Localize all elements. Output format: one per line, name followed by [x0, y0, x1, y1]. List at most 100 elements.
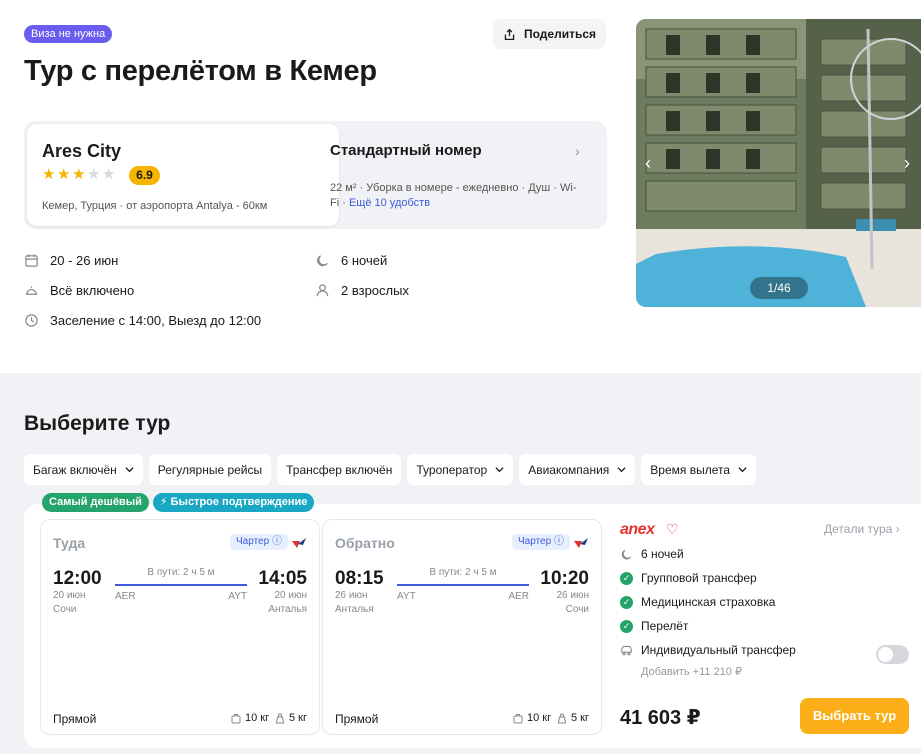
tour-page: Виза не нужна Поделиться Тур с перелётом…: [0, 0, 921, 754]
chevron-down-icon: [738, 467, 747, 473]
person-icon: [316, 284, 329, 297]
clock-icon: [25, 314, 38, 327]
flight-route: В пути: 2 ч 5 м AYT AER: [397, 566, 529, 602]
check-icon: ✓: [620, 571, 633, 585]
arrive-time: 14:05: [258, 568, 307, 589]
filter-label: Авиакомпания: [528, 462, 610, 477]
share-button[interactable]: Поделиться: [493, 19, 606, 49]
room-title[interactable]: Стандартный номер: [330, 142, 482, 159]
filter-baggage[interactable]: Багаж включён: [24, 454, 143, 485]
visa-badge: Виза не нужна: [24, 25, 113, 43]
food-cloche-icon: [25, 286, 38, 295]
cheapest-tag: Самый дешёвый: [42, 493, 149, 512]
fact-nights-text: 6 ночей: [341, 253, 388, 268]
gallery-prev-icon[interactable]: ‹: [645, 153, 651, 174]
flight-direction: Обратно: [335, 535, 395, 551]
addon-price: Добавить +11 210 ₽: [641, 666, 742, 678]
filter-regular-flights[interactable]: Регулярные рейсы: [148, 454, 272, 485]
share-icon: [504, 28, 515, 40]
car-icon: [621, 645, 632, 655]
filter-operator[interactable]: Туроператор: [407, 454, 514, 485]
tour-offer-card: Туда Чартер ⓘ 12:00 20 июн Сочи В пути: …: [24, 504, 921, 748]
depart-city: Анталья: [335, 604, 374, 615]
more-amenities-link[interactable]: Ещё 10 удобств: [349, 197, 430, 209]
fact-nights: 6 ночей: [315, 253, 387, 268]
flight-direction: Туда: [53, 535, 86, 551]
flight-return[interactable]: Обратно Чартер ⓘ 08:15 26 июн Анталья В …: [322, 519, 602, 735]
check-icon: ✓: [620, 619, 633, 633]
baggage-allowance: 10 кг: [231, 712, 269, 724]
flight-duration: В пути: 2 ч 5 м: [429, 567, 497, 578]
check-icon: ✓: [620, 595, 633, 609]
fact-guests: 2 взрослых: [315, 283, 409, 298]
offer-nights: 6 ночей: [620, 547, 684, 561]
share-label: Поделиться: [523, 27, 597, 41]
filter-departure-time[interactable]: Время вылета: [641, 454, 757, 485]
fact-guests-text: 2 взрослых: [341, 283, 409, 298]
flight-route: В пути: 2 ч 5 м AER AYT: [115, 566, 247, 602]
tour-header-section: Виза не нужна Поделиться Тур с перелётом…: [0, 0, 921, 372]
section-title: Выберите тур: [24, 412, 171, 435]
operator-logo: anex: [620, 521, 655, 538]
bag-icon: [275, 713, 285, 723]
fact-dates-text: 20 - 26 июн: [50, 253, 119, 268]
route-line: [397, 584, 529, 586]
favorite-heart-icon[interactable]: ♡: [666, 521, 679, 538]
offer-tags: Самый дешёвый ⚡ Быстрое подтверждение: [42, 493, 315, 512]
chevron-down-icon: [125, 467, 134, 473]
addon-transfer-toggle[interactable]: [876, 645, 909, 664]
airline-logo-icon: [574, 538, 588, 548]
filter-label: Туроператор: [416, 462, 488, 477]
depart-iata: AYT: [397, 591, 416, 602]
star-icon: ★: [102, 166, 116, 183]
flight-type: Прямой: [335, 712, 379, 726]
filter-label: Багаж включён: [33, 462, 117, 477]
suitcase-icon: [231, 713, 241, 723]
fast-confirm-tag: ⚡ Быстрое подтверждение: [152, 493, 315, 512]
hand-luggage: 5 кг: [557, 712, 589, 724]
star-icon: ★: [87, 166, 101, 183]
rating-badge: 6.9: [129, 166, 160, 185]
tour-details-link[interactable]: Детали тура ›: [824, 522, 900, 536]
fact-checkin: Заселение с 14:00, Выезд до 12:00: [24, 313, 261, 328]
hotel-stars: ★ ★ ★ ★ ★: [42, 166, 116, 183]
charter-badge: Чартер ⓘ: [230, 534, 288, 550]
fact-dates: 20 - 26 июн: [24, 253, 118, 268]
offer-summary: anex ♡ Детали тура › 6 ночей ✓ Групповой…: [620, 519, 910, 739]
page-title: Тур с перелётом в Кемер: [24, 55, 377, 87]
hand-luggage: 5 кг: [275, 712, 307, 724]
arrive-date: 20 июн: [274, 590, 307, 601]
filter-transfer[interactable]: Трансфер включён: [277, 454, 402, 485]
choose-tour-button[interactable]: Выбрать тур: [800, 698, 909, 734]
fact-meal-text: Всё включено: [50, 283, 135, 298]
fact-checkin-text: Заселение с 14:00, Выезд до 12:00: [50, 313, 262, 328]
included-item: ✓ Групповой трансфер: [620, 571, 757, 585]
depart-time: 08:15: [335, 568, 384, 589]
tour-price: 41 603 ₽: [620, 707, 701, 729]
calendar-icon: [25, 254, 38, 267]
hotel-photo: [636, 19, 921, 307]
chevron-right-icon[interactable]: ›: [575, 143, 585, 159]
star-icon: ★: [42, 166, 56, 183]
hotel-photo-gallery[interactable]: ‹ › 1/46: [636, 19, 921, 307]
flight-outbound[interactable]: Туда Чартер ⓘ 12:00 20 июн Сочи В пути: …: [40, 519, 320, 735]
tour-selection-section: Выберите тур Багаж включён Регулярные ре…: [0, 373, 921, 754]
suitcase-icon: [513, 713, 523, 723]
gallery-next-icon[interactable]: ›: [904, 153, 910, 174]
filter-bar: Багаж включён Регулярные рейсы Трансфер …: [24, 454, 757, 485]
flight-type: Прямой: [53, 712, 97, 726]
toggle-knob: [878, 647, 893, 662]
hotel-info[interactable]: Ares City ★ ★ ★ ★ ★ 6.9 Кемер, Турция · …: [27, 124, 339, 226]
filter-label: Трансфер включён: [286, 462, 393, 477]
filter-airline[interactable]: Авиакомпания: [519, 454, 636, 485]
baggage-allowance: 10 кг: [513, 712, 551, 724]
hotel-location: Кемер, Турция · от аэропорта Antalya - 6…: [42, 200, 268, 212]
included-item: ✓ Перелёт: [620, 619, 688, 633]
arrive-iata: AYT: [228, 591, 247, 602]
arrive-time: 10:20: [540, 568, 589, 589]
bag-icon: [557, 713, 567, 723]
airline-logo-icon: [292, 538, 306, 548]
star-icon: ★: [57, 166, 71, 183]
gallery-counter: 1/46: [750, 277, 808, 299]
star-icon: ★: [72, 166, 86, 183]
